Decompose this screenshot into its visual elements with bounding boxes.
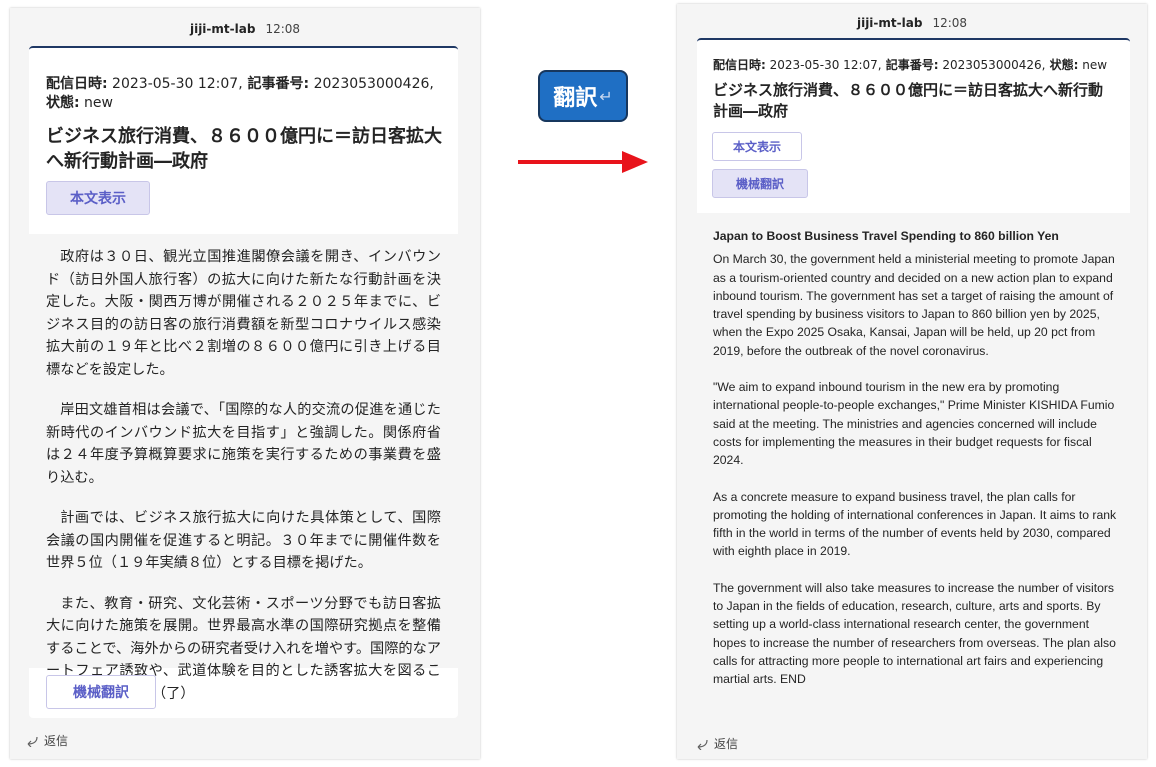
translated-paragraph: The government will also take measures t…	[713, 580, 1116, 687]
body-paragraph: 計画では、ビジネス旅行拡大に向けた具体策として、国際会議の国内開催を促進すると明…	[46, 510, 441, 571]
translated-title: Japan to Boost Business Travel Spending …	[713, 229, 1059, 243]
meta-state: new	[79, 95, 113, 111]
article-meta: 配信日時: 2023-05-30 12:07, 記事番号: 2023053000…	[46, 75, 441, 113]
meta-state-label: 状態:	[1045, 58, 1079, 72]
article-body: 政府は３０日、観光立国推進閣僚会議を開き、インバウンド（訪日外国人旅行客）の拡大…	[29, 234, 458, 702]
meta-date: 2023-05-30 12:07,	[107, 76, 243, 92]
meta-id-label: 記事番号:	[881, 58, 939, 72]
show-body-button[interactable]: 本文表示	[46, 181, 150, 215]
article-title: ビジネス旅行消費、８６００億円に＝訪日客拡大へ新行動計画―政府	[713, 81, 1104, 120]
adaptive-card: 配信日時: 2023-05-30 12:07, 記事番号: 2023053000…	[29, 46, 458, 718]
reply-button[interactable]: 返信	[694, 735, 738, 752]
sender-name: jiji-mt-lab	[856, 16, 923, 30]
machine-translate-button[interactable]: 機械翻訳	[46, 675, 156, 709]
message-time: 12:08	[932, 16, 968, 30]
message-header: jiji-mt-lab 12:08	[10, 22, 480, 36]
meta-id: 2023053000426,	[938, 58, 1046, 72]
meta-date-label: 配信日時:	[713, 58, 766, 72]
translated-paragraph: As a concrete measure to expand business…	[713, 489, 1117, 559]
right-message-panel: jiji-mt-lab 12:08 配信日時: 2023-05-30 12:07,…	[677, 4, 1147, 759]
translated-paragraph: "We aim to expand inbound tourism in the…	[713, 380, 1115, 468]
translate-key-button: 翻訳 ↵	[538, 70, 628, 122]
left-message-panel: jiji-mt-lab 12:08 配信日時: 2023-05-30 12:07,…	[10, 8, 480, 759]
translate-label: 翻訳	[553, 86, 598, 111]
meta-id-label: 記事番号:	[242, 76, 310, 92]
article-title: ビジネス旅行消費、８６００億円に＝訪日客拡大へ新行動計画―政府	[46, 126, 442, 172]
article-body-text: 政府は３０日、観光立国推進閣僚会議を開き、インバウンド（訪日外国人旅行客）の拡大…	[46, 246, 441, 723]
body-paragraph: 岸田文雄首相は会議で、「国際的な人的交流の促進を通じた新時代のインバウンド拡大を…	[46, 402, 441, 486]
sender-name: jiji-mt-lab	[189, 22, 256, 36]
reply-label: 返信	[714, 737, 739, 751]
message-header: jiji-mt-lab 12:08	[677, 16, 1147, 30]
translated-body: Japan to Boost Business Travel Spending …	[697, 213, 1130, 725]
reply-arrow-icon	[27, 736, 38, 747]
article-meta: 配信日時: 2023-05-30 12:07, 記事番号: 2023053000…	[713, 57, 1123, 74]
meta-id: 2023053000426,	[309, 76, 434, 92]
meta-date: 2023-05-30 12:07,	[765, 58, 882, 72]
reply-arrow-icon	[697, 739, 708, 750]
enter-key-icon: ↵	[599, 86, 613, 106]
body-paragraph: 政府は３０日、観光立国推進閣僚会議を開き、インバウンド（訪日外国人旅行客）の拡大…	[46, 249, 441, 378]
reply-label: 返信	[44, 734, 69, 748]
machine-translate-button[interactable]: 機械翻訳	[712, 169, 808, 198]
meta-state-label: 状態:	[46, 95, 80, 111]
meta-date-label: 配信日時:	[46, 76, 108, 92]
translated-body-text: Japan to Boost Business Travel Spending …	[713, 227, 1117, 707]
adaptive-card: 配信日時: 2023-05-30 12:07, 記事番号: 2023053000…	[697, 38, 1130, 725]
message-time: 12:08	[265, 22, 301, 36]
show-body-button[interactable]: 本文表示	[712, 132, 802, 161]
reply-button[interactable]: 返信	[24, 732, 68, 749]
red-right-arrow-icon	[518, 151, 648, 173]
translated-paragraph: On March 30, the government held a minis…	[713, 252, 1115, 358]
meta-state: new	[1078, 58, 1108, 72]
